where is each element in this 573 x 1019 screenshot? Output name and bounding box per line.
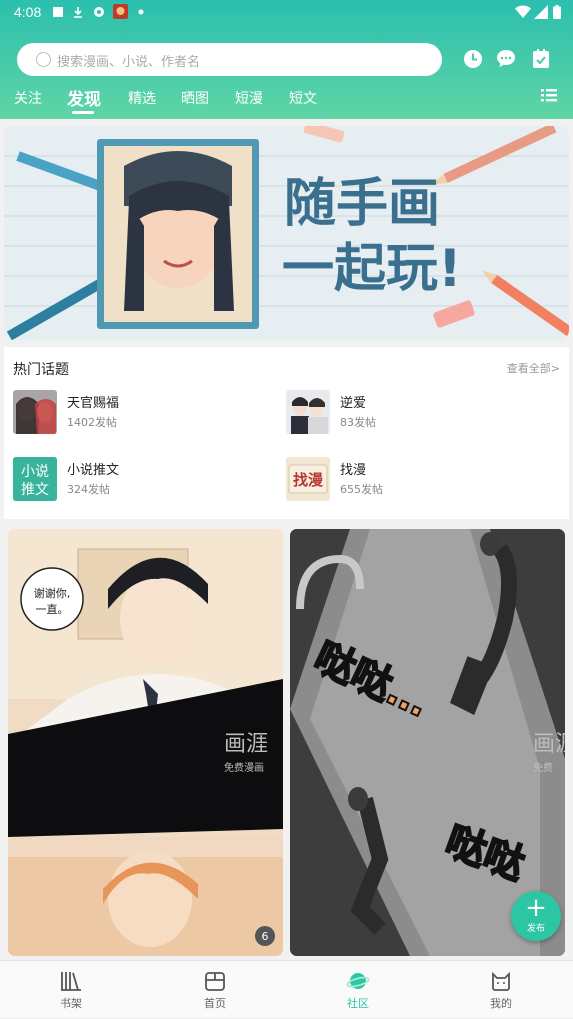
topic-item[interactable]: 找漫 找漫 655发帖 [286, 457, 546, 503]
tab-photos[interactable]: 晒图 [181, 88, 209, 108]
signal-icon [534, 5, 548, 19]
message-icon[interactable] [495, 48, 517, 70]
nav-label: 我的 [490, 997, 512, 1010]
watermark-sub: 免费漫画 [224, 761, 264, 774]
wifi-icon [515, 5, 531, 18]
search-input[interactable]: 搜索漫画、小说、作者名 [17, 43, 442, 76]
search-icon [36, 52, 51, 67]
topic-thumbnail: 小说 推文 [13, 457, 57, 501]
topic-name: 小说推文 [67, 463, 120, 478]
history-clock-icon[interactable] [462, 48, 484, 70]
post-feed: 画涯 免费漫画 谢谢你, 一直。 6 哒哒… 哒哒 画涯 免 [0, 527, 573, 959]
plus-icon: + [525, 893, 547, 923]
active-tab-indicator [72, 111, 94, 114]
image-count-badge: 6 [262, 930, 269, 943]
tab-short-stories[interactable]: 短文 [289, 88, 317, 108]
dot-icon [138, 9, 144, 15]
checkin-icon[interactable] [530, 48, 552, 70]
download-icon [74, 7, 82, 18]
game-icon [94, 7, 104, 17]
nav-mine[interactable]: 我的 [461, 961, 541, 1019]
watermark: 画涯 [224, 732, 268, 757]
nav-bookshelf[interactable]: 书架 [31, 961, 111, 1019]
topic-thumbnail [286, 390, 330, 434]
topic-thumbnail: 找漫 [286, 457, 330, 501]
status-bar: 4:08 [0, 0, 573, 24]
topic-post-count: 324发帖 [67, 483, 110, 496]
comic-image: 哒哒… 哒哒 画涯 免费 [290, 529, 565, 956]
banner-illustration: 随手画 一起玩! [4, 126, 569, 340]
nav-home[interactable]: 首页 [175, 961, 255, 1019]
hot-topics-title: 热门话题 [13, 362, 69, 378]
cat-face-icon [492, 971, 510, 991]
tab-discover[interactable]: 发现 [67, 85, 101, 110]
publish-label: 发布 [526, 924, 545, 934]
nav-label: 首页 [204, 997, 226, 1010]
thumb-text-line1: 小说 [21, 464, 49, 480]
topic-item[interactable]: 小说 推文 小说推文 324发帖 [13, 457, 273, 503]
view-all-link[interactable]: 查看全部> [507, 360, 560, 376]
thumb-text: 找漫 [293, 471, 324, 489]
thumb-text-line2: 推文 [21, 482, 49, 498]
publish-fab-button[interactable]: + 发布 [511, 891, 561, 941]
app-avatar-icon [113, 4, 128, 19]
nav-label: 书架 [60, 997, 82, 1010]
tab-follow[interactable]: 关注 [14, 88, 42, 108]
watermark: 画涯 [533, 732, 565, 757]
post-card[interactable]: 画涯 免费漫画 谢谢你, 一直。 6 [8, 529, 283, 956]
banner-title-line2: 一起玩! [282, 239, 462, 299]
app-header: 4:08 搜索漫画、小说、作者名 关注 发现 精选 晒图 短漫 短文 [0, 0, 573, 119]
watermark-sub: 免费 [533, 761, 553, 774]
topic-name: 找漫 [340, 463, 367, 478]
promo-banner[interactable]: 随手画 一起玩! [4, 126, 569, 340]
comic-image: 画涯 免费漫画 谢谢你, 一直。 6 [8, 529, 283, 956]
tab-short-comics[interactable]: 短漫 [235, 88, 263, 108]
speech-bubble-line2: 一直。 [36, 602, 69, 616]
topic-post-count: 1402发帖 [67, 416, 117, 429]
nav-community[interactable]: 社区 [318, 961, 398, 1019]
topic-post-count: 655发帖 [340, 483, 383, 496]
search-placeholder: 搜索漫画、小说、作者名 [57, 55, 201, 70]
tab-featured[interactable]: 精选 [128, 88, 156, 108]
bottom-navigation: 书架 首页 社区 我的 [0, 960, 573, 1018]
tab-menu-icon[interactable] [541, 88, 557, 102]
topic-name: 逆爱 [340, 396, 367, 411]
speech-bubble-line1: 谢谢你, [34, 586, 71, 600]
category-tabs: 关注 发现 精选 晒图 短漫 短文 [0, 84, 573, 114]
topic-name: 天官赐福 [67, 396, 120, 411]
hot-topics-section: 热门话题 查看全部> 天官赐福 1402发帖 逆爱 83发帖 小说 推文 小说推… [4, 347, 569, 519]
banner-title-line1: 随手画 [284, 174, 440, 234]
planet-icon [346, 973, 370, 989]
topic-post-count: 83发帖 [340, 416, 376, 429]
post-card[interactable]: 哒哒… 哒哒 画涯 免费 [290, 529, 565, 956]
status-time: 4:08 [14, 4, 42, 20]
nav-label: 社区 [347, 997, 369, 1010]
topic-item[interactable]: 逆爱 83发帖 [286, 390, 546, 436]
home-book-icon [205, 972, 225, 991]
battery-icon [553, 5, 561, 19]
topic-item[interactable]: 天官赐福 1402发帖 [13, 390, 273, 436]
bookshelf-icon [61, 972, 81, 991]
topic-thumbnail [13, 390, 57, 434]
notification-square-icon [53, 7, 63, 17]
